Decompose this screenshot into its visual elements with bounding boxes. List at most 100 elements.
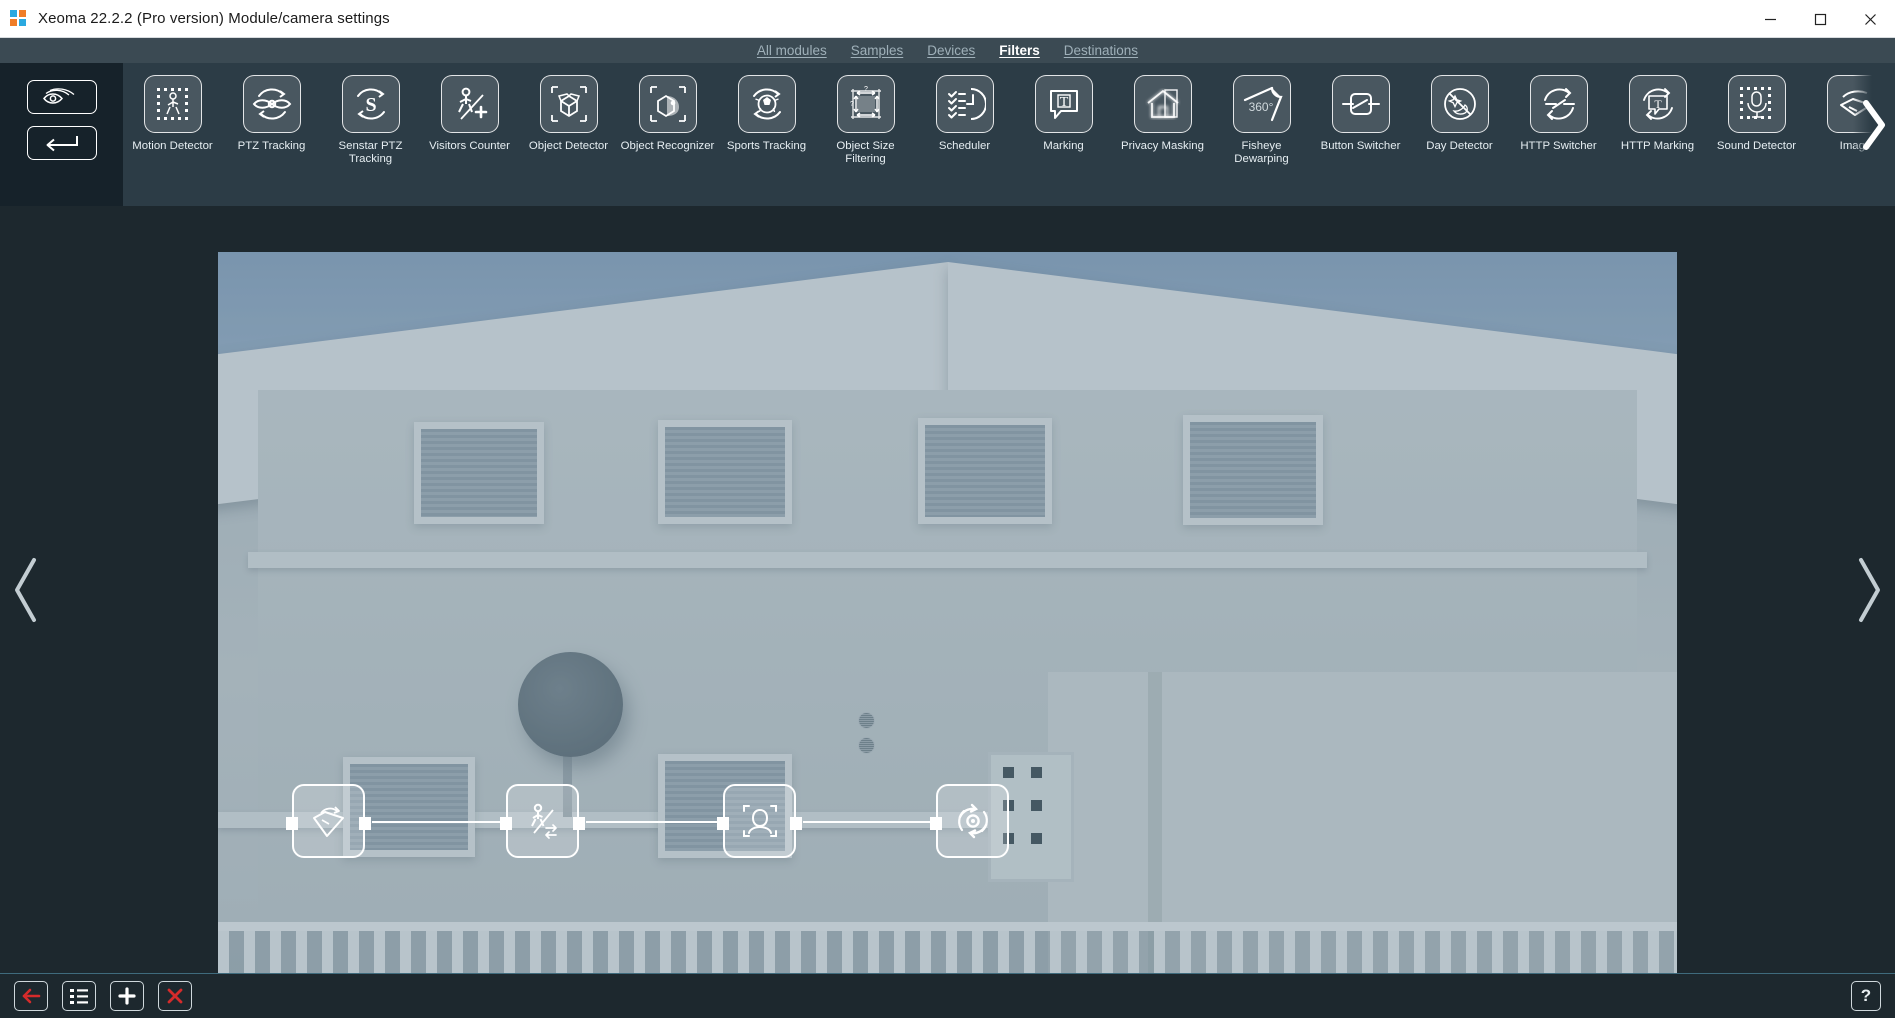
facade-ledge <box>248 552 1647 568</box>
close-icon <box>1864 13 1876 25</box>
visitors-counter-icon <box>530 803 557 839</box>
ribbon-item-sound-detector[interactable]: Sound Detector <box>1707 75 1806 153</box>
roof-shape <box>218 252 1677 412</box>
svg-text:T: T <box>1654 97 1662 111</box>
ribbon-label: Day Detector <box>1426 140 1493 152</box>
chain-port-in[interactable] <box>930 817 942 830</box>
ribbon-label: Button Switcher <box>1320 140 1401 152</box>
ribbon-item-visitors-counter[interactable]: Visitors Counter <box>420 75 519 153</box>
wall-vent <box>858 712 875 729</box>
ribbon-item-object-detector[interactable]: Object Detector <box>519 75 618 153</box>
ribbon-item-http-marking[interactable]: T HTTP Marking <box>1608 75 1707 153</box>
ribbon-item-day-detector[interactable]: Day Detector <box>1410 75 1509 153</box>
next-camera-button[interactable] <box>1847 547 1893 633</box>
add-button[interactable] <box>110 981 144 1011</box>
chain-port-in[interactable] <box>717 817 729 830</box>
ribbon-label: Object Recognizer <box>620 140 715 152</box>
ribbon-item-privacy-masking[interactable]: Privacy Masking <box>1113 75 1212 153</box>
chain-node-face-detector[interactable] <box>717 784 802 858</box>
plus-icon <box>118 987 136 1005</box>
previous-camera-button[interactable] <box>2 547 48 633</box>
xeoma-logo-icon <box>10 9 28 28</box>
chain-node-source[interactable] <box>286 784 371 858</box>
back-button[interactable] <box>14 981 48 1011</box>
ribbon-item-senstar-ptz-tracking[interactable]: S Senstar PTZ Tracking <box>321 75 420 165</box>
ribbon-item-scheduler[interactable]: Scheduler <box>915 75 1014 153</box>
window-title: Xeoma 22.2.2 (Pro version) Module/camera… <box>38 10 390 27</box>
camera-video-frame[interactable] <box>218 252 1677 973</box>
maximize-icon <box>1814 13 1826 25</box>
satellite-dish <box>518 652 623 757</box>
svg-text:360°: 360° <box>1248 100 1273 114</box>
svg-text:S: S <box>365 94 376 116</box>
close-button[interactable] <box>1845 0 1895 38</box>
chain-port-out[interactable] <box>573 817 585 830</box>
ribbon-label: HTTP Marking <box>1620 140 1695 152</box>
chain-node-preview-archive[interactable] <box>930 784 1009 858</box>
module-ribbon[interactable]: Motion Detector PTZ Tracking S Senstar P… <box>123 63 1895 206</box>
chain-node-visitors-counter[interactable] <box>500 784 585 858</box>
menu-item-samples[interactable]: Samples <box>851 43 904 58</box>
window <box>658 420 792 524</box>
module-chain <box>286 784 1017 858</box>
window <box>414 422 544 524</box>
back-arrow-button[interactable] <box>26 126 97 160</box>
ribbon-item-sports-tracking[interactable]: Sports Tracking <box>717 75 816 153</box>
ribbon-next-button[interactable] <box>1853 75 1895 175</box>
ribbon-item-object-size-filtering[interactable]: ? ? Object Size Filtering <box>816 75 915 165</box>
senstar-ptz-tracking-icon: S <box>341 75 400 133</box>
minimize-icon <box>1764 18 1776 20</box>
minimize-button[interactable] <box>1745 0 1795 38</box>
ribbon-item-button-switcher[interactable]: Button Switcher <box>1311 75 1410 153</box>
chain-port-out[interactable] <box>790 817 802 830</box>
delete-button[interactable] <box>158 981 192 1011</box>
ribbon-item-marking[interactable]: T Marking <box>1014 75 1113 153</box>
help-button[interactable]: ? <box>1851 981 1881 1011</box>
arrow-return-icon <box>46 136 78 152</box>
chain-port-out[interactable] <box>359 817 371 830</box>
chain-link[interactable] <box>372 820 505 823</box>
ribbon-label: Privacy Masking <box>1121 140 1204 152</box>
marking-icon: T <box>1034 75 1093 133</box>
svg-text:?: ? <box>864 86 868 93</box>
sports-tracking-icon <box>737 75 796 133</box>
help-question-icon: ? <box>1860 986 1872 1005</box>
window <box>1183 415 1323 525</box>
list-icon <box>70 988 88 1004</box>
ribbon-item-http-switcher[interactable]: HTTP Switcher <box>1509 75 1608 153</box>
arrow-left-red-icon <box>22 988 41 1004</box>
ribbon-label: Motion Detector <box>132 140 213 152</box>
menu-item-destinations[interactable]: Destinations <box>1064 43 1138 58</box>
maximize-button[interactable] <box>1795 0 1845 38</box>
object-detector-icon <box>539 75 598 133</box>
menu-item-filters[interactable]: Filters <box>999 43 1040 58</box>
camera-preview-stage <box>0 206 1895 973</box>
window-controls <box>1745 0 1895 38</box>
ribbon-item-fisheye-dewarping[interactable]: 360° Fisheye Dewarping <box>1212 75 1311 165</box>
eye-icon <box>42 88 74 104</box>
ribbon-item-motion-detector[interactable]: Motion Detector <box>123 75 222 153</box>
list-button[interactable] <box>62 981 96 1011</box>
sound-detector-icon <box>1727 75 1786 133</box>
preview-eye-button[interactable] <box>26 80 97 114</box>
ribbon-item-ptz-tracking[interactable]: PTZ Tracking <box>222 75 321 153</box>
wall-vent <box>858 737 875 754</box>
motion-detector-icon <box>143 75 202 133</box>
ribbon-label: Fisheye Dewarping <box>1234 140 1289 165</box>
menu-item-all-modules[interactable]: All modules <box>757 43 827 58</box>
chain-port-in[interactable] <box>500 817 512 830</box>
menu-item-devices[interactable]: Devices <box>927 43 975 58</box>
chain-link[interactable] <box>803 820 935 823</box>
window <box>918 418 1052 524</box>
chain-link[interactable] <box>586 820 722 823</box>
http-marking-icon: T <box>1628 75 1687 133</box>
svg-text:?: ? <box>850 101 854 108</box>
chain-port-in[interactable] <box>286 817 298 830</box>
ribbon-item-object-recognizer[interactable]: Object Recognizer <box>618 75 717 153</box>
ptz-tracking-icon <box>242 75 301 133</box>
cross-red-icon <box>167 988 183 1004</box>
ribbon-label: Senstar PTZ Tracking <box>338 140 403 165</box>
button-switcher-icon <box>1331 75 1390 133</box>
ribbon-label: Visitors Counter <box>429 140 510 152</box>
preview-and-archive-icon <box>957 803 988 839</box>
